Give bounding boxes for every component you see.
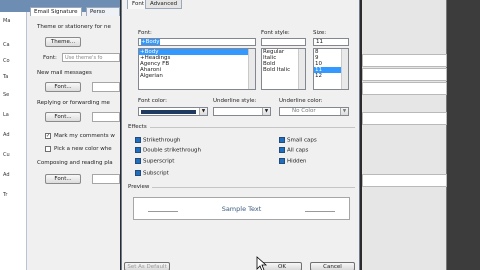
- effects-label: Effects: [128, 124, 147, 130]
- mark-comments-checkbox[interactable]: ✓: [45, 133, 51, 139]
- subscript-option[interactable]: Subscript: [135, 170, 169, 177]
- font-name-input[interactable]: +Body: [138, 38, 256, 46]
- new-mail-preview: [92, 82, 120, 92]
- mouse-cursor-icon: [256, 256, 268, 270]
- underline-style-select[interactable]: ▼: [213, 107, 271, 116]
- preview-label: Preview: [128, 184, 150, 190]
- background-row: [362, 112, 447, 125]
- options-panel: [27, 12, 120, 270]
- double-strikethrough-option[interactable]: Double strikethrough: [135, 147, 201, 154]
- effect-label: All caps: [287, 147, 309, 154]
- effect-label: Hidden: [287, 158, 307, 165]
- compose-label: Composing and reading pla: [37, 160, 113, 166]
- underline-style-label: Underline style:: [213, 98, 257, 104]
- background-window-right: [362, 0, 447, 270]
- preview-divider: [152, 187, 355, 188]
- chevron-down-icon: ▼: [262, 108, 270, 115]
- theme-label: Theme or stationery for ne: [37, 24, 111, 30]
- checkbox-icon[interactable]: [135, 147, 141, 153]
- reply-font-button[interactable]: Font...: [45, 112, 81, 122]
- pick-color-label: Pick a new color whe: [54, 146, 112, 152]
- sidebar-item[interactable]: Ad: [3, 172, 10, 178]
- cancel-button[interactable]: Cancel: [310, 262, 355, 270]
- checkbox-icon[interactable]: [279, 147, 285, 153]
- sidebar-item[interactable]: Se: [3, 92, 9, 98]
- font-list-scrollbar[interactable]: [248, 49, 255, 89]
- small-caps-option[interactable]: Small caps: [279, 137, 317, 144]
- theme-button[interactable]: Theme...: [45, 37, 81, 47]
- size-input[interactable]: 11: [313, 38, 349, 46]
- tab-advanced[interactable]: Advanced: [145, 0, 183, 9]
- underline-color-value: No Color: [292, 108, 316, 114]
- superscript-option[interactable]: Superscript: [135, 158, 174, 165]
- background-row: [362, 174, 447, 187]
- font-label: Font:: [43, 55, 57, 61]
- hidden-option[interactable]: Hidden: [279, 158, 307, 165]
- new-mail-label: New mail messages: [37, 70, 92, 76]
- sidebar-item[interactable]: Ma: [3, 18, 10, 24]
- compose-preview: [92, 174, 120, 184]
- preview-baseline-right: [305, 211, 335, 212]
- sidebar-item[interactable]: Ad: [3, 132, 10, 138]
- font-style-label: Font style:: [261, 30, 290, 36]
- set-as-default-button[interactable]: Set As Default: [124, 262, 170, 270]
- underline-color-label: Underline color:: [279, 98, 323, 104]
- background-window-frame: [447, 0, 480, 270]
- font-name-label: Font:: [138, 30, 152, 36]
- effects-divider: [150, 127, 355, 128]
- font-color-select[interactable]: ▼: [138, 107, 208, 116]
- effect-label: Subscript: [143, 170, 169, 177]
- theme-font-field[interactable]: Use theme's fo: [62, 53, 120, 62]
- reply-label: Replying or forwarding me: [37, 100, 110, 106]
- sidebar-item[interactable]: Ta: [3, 74, 8, 80]
- effect-label: Superscript: [143, 158, 175, 165]
- background-row: [362, 82, 447, 95]
- reply-preview: [92, 112, 120, 122]
- checkbox-icon[interactable]: [135, 170, 141, 176]
- sidebar-item[interactable]: La: [3, 112, 9, 118]
- pick-color-checkbox[interactable]: [45, 146, 51, 152]
- background-row: [362, 68, 447, 81]
- effect-label: Double strikethrough: [143, 147, 202, 154]
- sidebar-item[interactable]: Tr: [3, 192, 7, 198]
- new-mail-font-button[interactable]: Font...: [45, 82, 81, 92]
- effect-label: Small caps: [287, 137, 317, 144]
- underline-color-select[interactable]: No Color ▼: [279, 107, 349, 116]
- size-scrollbar[interactable]: [341, 49, 348, 89]
- checkbox-icon[interactable]: [279, 137, 285, 143]
- sidebar-item[interactable]: Cu: [3, 152, 10, 158]
- size-label: Size:: [313, 30, 327, 36]
- chevron-down-icon: ▼: [199, 108, 207, 115]
- preview-box: Sample Text: [133, 197, 350, 220]
- strikethrough-option[interactable]: Strikethrough: [135, 137, 180, 144]
- background-row: [362, 54, 447, 67]
- effect-label: Strikethrough: [143, 137, 181, 144]
- font-color-label: Font color:: [138, 98, 168, 104]
- checkbox-icon[interactable]: [135, 158, 141, 164]
- font-name-value: +Body: [141, 39, 160, 45]
- font-color-swatch: [141, 110, 196, 114]
- mark-comments-label: Mark my comments w: [54, 133, 115, 139]
- font-style-input[interactable]: [261, 38, 306, 46]
- checkbox-icon[interactable]: [135, 137, 141, 143]
- tab-email-signature[interactable]: Email Signature: [30, 7, 82, 16]
- tab-personal[interactable]: Perso: [86, 7, 120, 16]
- sidebar-item[interactable]: Ca: [3, 42, 10, 48]
- options-sidebar: Ma Ca Co Ta Se La Ad Cu Ad Tr: [0, 12, 27, 270]
- list-item[interactable]: Algerian: [139, 73, 255, 79]
- checkbox-icon[interactable]: [279, 158, 285, 164]
- compose-font-button[interactable]: Font...: [45, 174, 81, 184]
- chevron-down-icon: ▼: [340, 108, 348, 115]
- sidebar-item[interactable]: Co: [3, 58, 10, 64]
- font-style-scrollbar[interactable]: [298, 49, 305, 89]
- all-caps-option[interactable]: All caps: [279, 147, 308, 154]
- font-name-list[interactable]: +Body +Headings Agency FB Aharoni Algeri…: [138, 48, 256, 90]
